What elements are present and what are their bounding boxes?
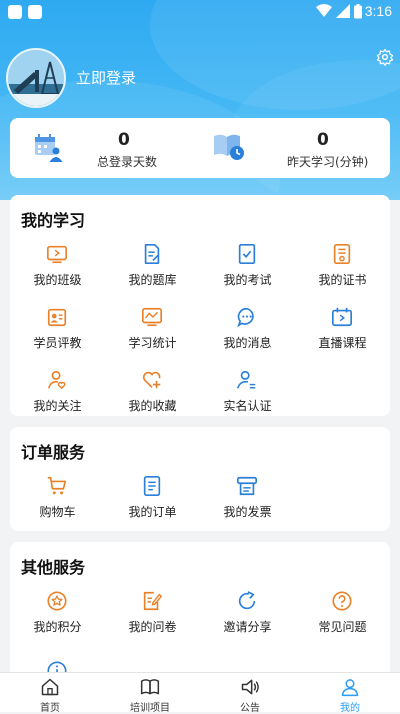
my-question-bank-label: 我的题库 [128,273,177,287]
shopping-cart-item[interactable]: 购物车 [10,475,105,531]
message-icon [237,307,254,328]
survey-icon [143,591,163,611]
my-class-item[interactable]: 我的班级 [10,243,105,299]
my-exam-label: 我的考试 [223,273,272,287]
cart-icon [47,476,67,495]
exam-icon [238,244,256,264]
my-exam-item[interactable]: 我的考试 [200,243,295,299]
question-bank-icon [144,244,160,264]
tab-profile-label: 我的 [340,703,360,714]
my-favorite-item[interactable]: 我的收藏 [105,369,200,425]
faq-label: 常见问题 [318,620,367,634]
my-points-label: 我的积分 [33,620,82,634]
tab-training[interactable]: 培训项目 [100,673,200,714]
invoice-icon [237,476,257,496]
tab-announcement-label: 公告 [240,703,260,714]
faq-item[interactable]: 常见问题 [295,590,390,646]
tab-profile[interactable]: 我的 [300,673,400,714]
my-study-title: 我的学习 [21,211,86,230]
my-favorite-label: 我的收藏 [128,399,177,413]
my-certificate-item[interactable]: 我的证书 [295,243,390,299]
my-invoice-label: 我的发票 [223,505,272,519]
my-study-section: 我的学习 我的班级 我的题库 我的考试 我的证书 学员评教 学习统计 我的消息 … [10,195,390,416]
my-follow-item[interactable]: 我的关注 [10,369,105,425]
book-clock-icon [214,134,244,160]
tab-training-label: 培训项目 [130,703,170,714]
battery-icon [354,4,362,19]
oil-derrick-avatar-image [8,50,64,106]
order-service-section: 订单服务 购物车 我的订单 我的发票 [10,427,390,531]
login-days-value: 0 [118,130,130,150]
training-icon [140,679,160,695]
status-time: 3:16 [364,3,392,19]
my-points-item[interactable]: 我的积分 [10,590,105,646]
tab-announcement[interactable]: 公告 [200,673,300,714]
login-days-stat: 0 总登录天数 [10,118,200,178]
my-question-bank-item[interactable]: 我的题库 [105,243,200,299]
bottom-tab-bar: 首页 培训项目 公告 我的 [0,672,400,714]
follow-icon [47,370,66,390]
my-message-label: 我的消息 [223,336,272,350]
evaluation-icon [47,308,67,327]
live-course-item[interactable]: 直播课程 [295,306,390,362]
home-icon [41,678,59,696]
verify-icon [237,370,256,389]
study-minutes-label: 昨天学习(分钟) [287,155,369,169]
my-survey-item[interactable]: 我的问卷 [105,590,200,646]
real-name-verify-label: 实名认证 [223,399,272,413]
notification-icon [8,5,22,19]
faq-icon [332,591,352,611]
student-evaluation-label: 学员评教 [33,336,82,350]
invite-share-item[interactable]: 邀请分享 [200,590,295,646]
tab-home-label: 首页 [40,703,60,714]
status-bar: 3:16 [0,0,400,24]
login-link[interactable]: 立即登录 [76,67,136,88]
real-name-verify-item[interactable]: 实名认证 [200,369,295,425]
order-service-title: 订单服务 [21,443,86,462]
wifi-icon [316,4,332,17]
my-follow-label: 我的关注 [33,399,82,413]
shopping-cart-label: 购物车 [39,505,76,519]
my-invoice-item[interactable]: 我的发票 [200,475,295,531]
study-statistics-label: 学习统计 [128,336,177,350]
my-class-label: 我的班级 [33,273,82,287]
study-minutes-value: 0 [317,130,329,150]
my-order-item[interactable]: 我的订单 [105,475,200,531]
share-icon [238,591,256,610]
favorite-icon [142,371,161,389]
class-icon [47,245,67,264]
live-course-label: 直播课程 [318,336,367,350]
my-order-label: 我的订单 [128,505,177,519]
statistics-icon [142,307,162,327]
study-minutes-stat: 0 昨天学习(分钟) [200,118,390,178]
my-message-item[interactable]: 我的消息 [200,306,295,362]
study-statistics-item[interactable]: 学习统计 [105,306,200,362]
tab-home[interactable]: 首页 [0,673,100,714]
login-days-label: 总登录天数 [97,155,158,169]
announcement-icon [241,679,259,695]
settings-gear-icon[interactable] [376,48,394,66]
order-icon [143,476,161,496]
points-icon [47,591,67,611]
notification-icon [28,5,42,19]
other-service-section: 其他服务 我的积分 我的问卷 邀请分享 常见问题 [10,542,390,682]
my-certificate-label: 我的证书 [318,273,367,287]
avatar[interactable] [6,48,66,108]
my-survey-label: 我的问卷 [128,620,177,634]
cellular-signal-icon [336,4,350,18]
invite-share-label: 邀请分享 [223,620,272,634]
student-evaluation-item[interactable]: 学员评教 [10,306,105,362]
certificate-icon [333,244,351,264]
live-icon [332,307,352,327]
calendar-user-icon [35,134,63,162]
stats-card: 0 总登录天数 0 昨天学习(分钟) [10,118,390,178]
other-service-title: 其他服务 [21,558,86,577]
profile-icon [341,679,359,697]
